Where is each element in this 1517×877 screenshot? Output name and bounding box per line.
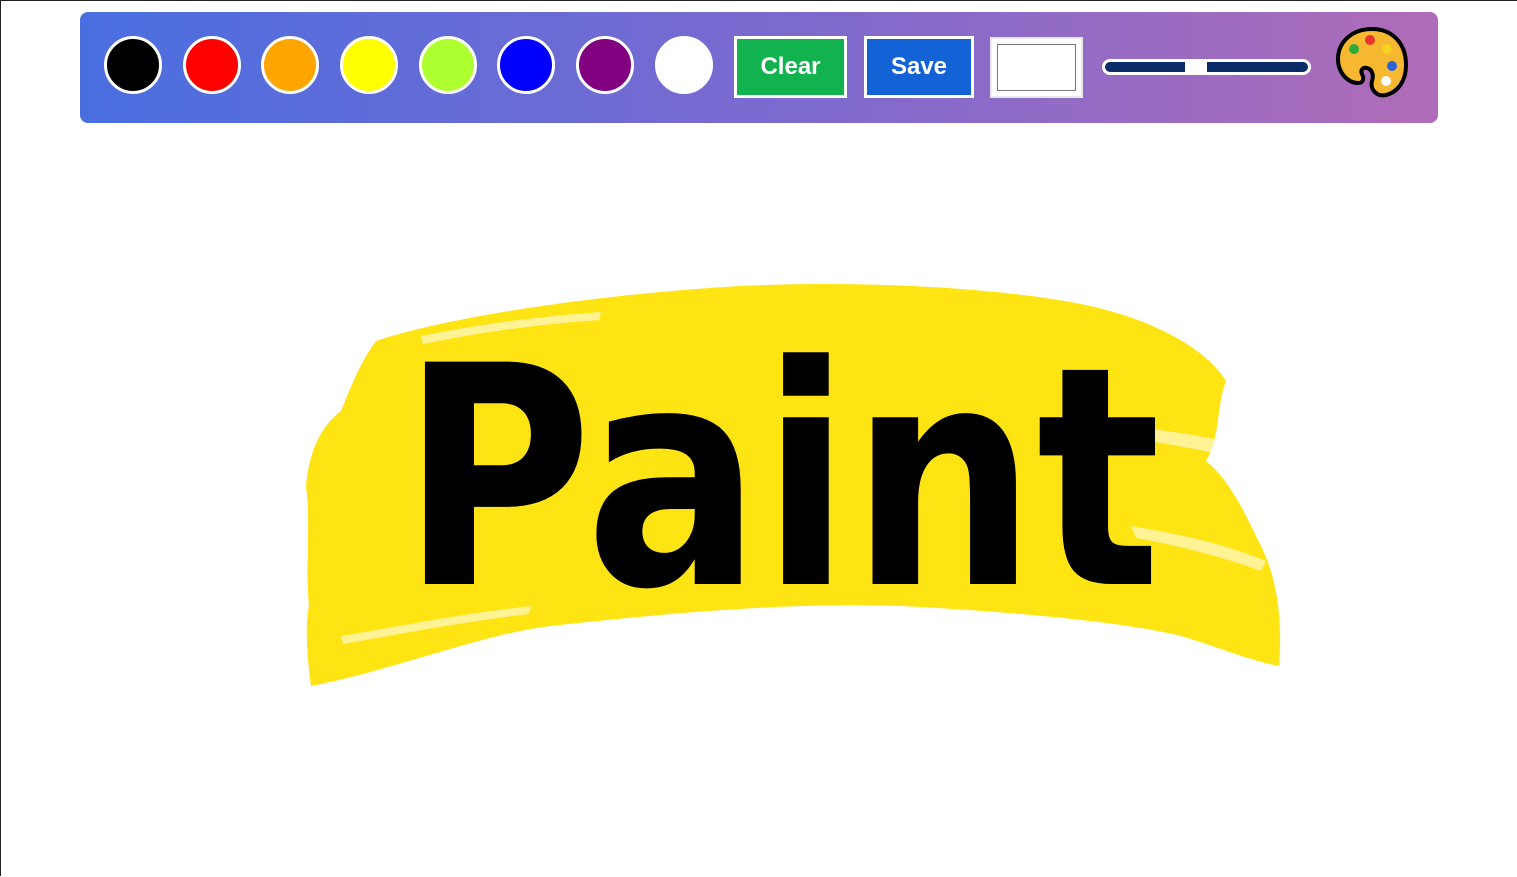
custom-color-preview: [997, 44, 1076, 91]
paint-logo: Paint: [306, 284, 1281, 686]
clear-button[interactable]: Clear: [734, 36, 847, 98]
color-swatch-red[interactable]: [183, 36, 241, 94]
color-swatch-white[interactable]: [655, 36, 713, 94]
color-swatch-green-yellow[interactable]: [419, 36, 477, 94]
palette-icon: [1336, 27, 1408, 98]
color-swatch-orange[interactable]: [261, 36, 319, 94]
color-swatch-black[interactable]: [104, 36, 162, 94]
color-swatch-yellow[interactable]: [340, 36, 398, 94]
brush-size-slider[interactable]: [1102, 59, 1311, 75]
custom-color-picker[interactable]: [990, 37, 1083, 98]
app-window: Clear Save Paint: [0, 0, 1517, 876]
color-swatch-purple[interactable]: [576, 36, 634, 94]
logo-text: Paint: [401, 301, 1161, 656]
toolbar: Clear Save: [80, 12, 1438, 123]
save-button[interactable]: Save: [864, 36, 974, 98]
slider-thumb[interactable]: [1185, 60, 1208, 74]
color-swatch-blue[interactable]: [497, 36, 555, 94]
